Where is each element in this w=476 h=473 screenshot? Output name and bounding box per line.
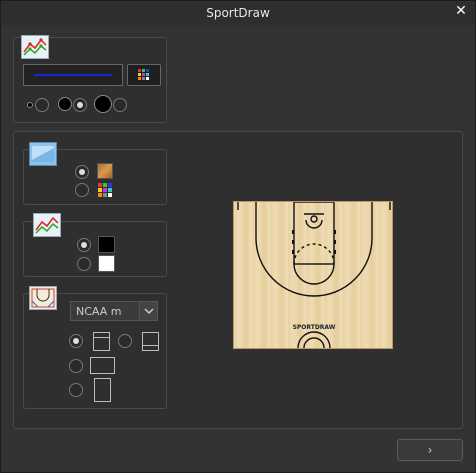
thickness-medium-radio[interactable] (73, 98, 87, 112)
floor-color-radio[interactable] (75, 183, 89, 197)
title-bar: SportDraw ✕ (1, 1, 475, 25)
floor-texture-icon (29, 142, 57, 166)
line-color-preview[interactable] (23, 64, 123, 86)
line-chart-icon (33, 213, 61, 237)
white-swatch (98, 255, 115, 272)
thickness-medium-swatch (58, 97, 72, 111)
chevron-down-icon[interactable] (139, 302, 157, 320)
wood-floor-swatch (97, 163, 113, 179)
color-grid-swatch (97, 182, 113, 198)
thickness-small-swatch (27, 102, 33, 108)
thickness-large-radio[interactable] (113, 98, 127, 112)
color-palette-button[interactable] (127, 64, 161, 86)
court-preview: SPORTDRAW (233, 201, 393, 349)
lines-black-radio[interactable] (77, 238, 91, 252)
half-court-bottom-icon (142, 332, 159, 351)
thickness-small-radio[interactable] (35, 98, 49, 112)
next-button[interactable]: › (397, 439, 463, 461)
full-court-vertical-icon (94, 378, 111, 402)
line-chart-icon (21, 35, 49, 59)
black-swatch (98, 236, 115, 253)
full-court-vertical-radio[interactable] (69, 383, 83, 397)
court-diagram-icon (29, 286, 57, 310)
court-logo: SPORTDRAW (293, 324, 336, 331)
half-court-bottom-radio[interactable] (118, 334, 132, 348)
floor-wood-radio[interactable] (75, 165, 89, 179)
sportdraw-window: SportDraw ✕ NCAA m SPORTDRAW › (0, 0, 476, 473)
half-court-top-radio[interactable] (69, 334, 83, 348)
thickness-large-swatch (94, 95, 112, 113)
close-icon[interactable]: ✕ (454, 4, 468, 18)
full-court-horizontal-radio[interactable] (69, 359, 83, 373)
window-title: SportDraw (206, 6, 270, 20)
league-select[interactable]: NCAA m (70, 301, 158, 321)
half-court-top-icon (93, 332, 110, 351)
lines-white-radio[interactable] (77, 257, 91, 271)
full-court-horizontal-icon (90, 357, 115, 374)
league-select-value: NCAA m (76, 305, 122, 318)
